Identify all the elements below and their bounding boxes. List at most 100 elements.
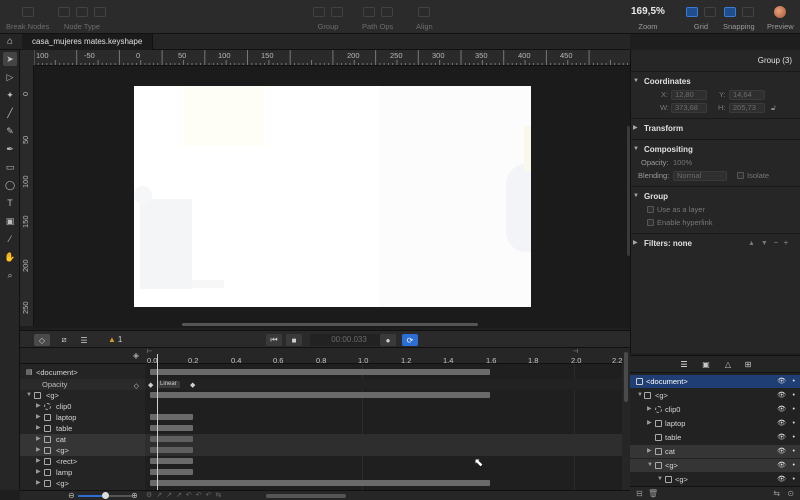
disclosure-triangle-icon[interactable]: ▶ [36, 434, 41, 445]
disclosure-triangle-icon[interactable]: ▶ [36, 478, 41, 489]
image-tool-icon[interactable]: ▣ [3, 214, 17, 228]
record-icon[interactable]: ● [380, 334, 396, 346]
artboard[interactable] [134, 86, 531, 307]
rewind-icon[interactable]: ⏮ [266, 334, 282, 346]
grid-button[interactable]: Grid [686, 4, 716, 31]
align-button[interactable]: Align [416, 4, 433, 31]
layer-row[interactable]: ▼ <g> 👁︎ • [630, 459, 800, 472]
zoom-out-icon[interactable]: ⊖ [68, 491, 75, 500]
visibility-icon[interactable]: 👁︎ [777, 431, 786, 444]
node-select-tool-icon[interactable]: ▷ [3, 70, 17, 84]
slider-knob[interactable] [102, 492, 109, 499]
filter-controls-icon[interactable]: ▲▼−+ [748, 237, 794, 250]
lock-dot-icon[interactable]: • [793, 445, 795, 458]
layer-row[interactable]: ▶ clip0 👁︎ • [630, 403, 800, 416]
graph-mode-icon[interactable]: ⧄ [56, 334, 72, 346]
group-button[interactable]: Group [313, 4, 343, 31]
x-field[interactable]: 12,80 [671, 90, 707, 100]
zoom-value[interactable]: 169,5% [631, 4, 665, 20]
animation-bar[interactable] [150, 392, 490, 398]
keyframe-diamond-icon[interactable]: ◆ [190, 381, 195, 389]
pen-tool-icon[interactable]: ✒ [3, 142, 17, 156]
visibility-icon[interactable]: 👁︎ [777, 417, 786, 430]
snapping-button[interactable]: Snapping [723, 4, 755, 31]
timeline-scroll-thumb[interactable] [624, 352, 628, 402]
select-tool-icon[interactable]: ➤ [3, 52, 17, 66]
lock-dot-icon[interactable]: • [793, 403, 795, 416]
track-row[interactable] [145, 390, 622, 401]
layer-menu-icon[interactable]: ⊙ [787, 489, 794, 498]
compositing-header[interactable]: ▼ Compositing [631, 143, 800, 156]
add-keyframe-icon[interactable]: ◈ [133, 351, 139, 360]
layer-row[interactable]: ▶ cat 👁︎ • [630, 445, 800, 458]
lock-dot-icon[interactable]: • [793, 459, 795, 472]
shapes-tab-icon[interactable]: △ [722, 360, 734, 370]
lock-icon[interactable]: 🔓︎ [771, 101, 776, 114]
document-tab[interactable]: casa_mujeres mates.keyshape [22, 34, 154, 50]
enable-hyperlink-checkbox[interactable] [647, 219, 654, 226]
zoom-control[interactable]: 169,5% Zoom [631, 4, 665, 31]
disclosure-triangle-icon[interactable]: ▶ [36, 401, 41, 412]
time-display[interactable]: 00:00.033 [310, 334, 388, 346]
track-row[interactable] [145, 456, 622, 467]
easing-label[interactable]: Linear [157, 381, 180, 388]
timeline-row[interactable]: ▶ laptop [20, 412, 145, 423]
disclosure-triangle-icon[interactable]: ▶ [36, 467, 41, 478]
timeline-tracks[interactable]: 0.0 0.2 0.4 0.6 0.8 1.0 1.2 1.4 1.6 1.8 … [145, 348, 622, 490]
timeline-ruler[interactable]: 0.0 0.2 0.4 0.6 0.8 1.0 1.2 1.4 1.6 1.8 … [145, 348, 622, 365]
home-icon[interactable]: ⌂ [3, 36, 17, 48]
layer-row[interactable]: ▼ <g> 👁︎ • [630, 389, 800, 402]
visibility-icon[interactable]: 👁︎ [777, 445, 786, 458]
timeline-row[interactable]: ▶ lamp [20, 467, 145, 478]
timeline-row[interactable]: ▶ <g> [20, 478, 145, 489]
keyframe-mode-icon[interactable]: ◇ [34, 334, 50, 346]
layer-row[interactable]: ▶ laptop 👁︎ • [630, 417, 800, 430]
hand-tool-icon[interactable]: ✋ [3, 250, 17, 264]
start-marker-icon[interactable]: ⊢ [147, 348, 152, 355]
end-marker-icon[interactable]: ⊣ [573, 348, 578, 355]
visibility-icon[interactable]: 👁︎ [777, 473, 786, 486]
timeline-row[interactable]: ▶ clip0 [20, 401, 145, 412]
track-row[interactable] [145, 478, 622, 489]
disclosure-triangle-icon[interactable]: ▼ [647, 459, 653, 472]
line-tool-icon[interactable]: ╱ [3, 106, 17, 120]
disclosure-triangle-icon[interactable]: ▶ [647, 445, 652, 458]
layer-options-icon[interactable]: ⇆ [773, 489, 780, 498]
pen-nodes-tool-icon[interactable]: ✦ [3, 88, 17, 102]
timeline-row[interactable]: ▶ cat [20, 434, 145, 445]
visibility-icon[interactable]: 👁︎ [777, 403, 786, 416]
isolate-checkbox[interactable] [737, 172, 744, 179]
timeline-row[interactable]: Opacity ◇ [20, 379, 145, 390]
zoom-in-icon[interactable]: ⊕ [131, 491, 138, 500]
pencil-tool-icon[interactable]: ✎ [3, 124, 17, 138]
track-row[interactable] [145, 467, 622, 478]
disclosure-triangle-icon[interactable]: ▶ [36, 412, 41, 423]
canvas-horizontal-scrollbar[interactable] [182, 323, 478, 326]
add-layer-icon[interactable]: ⊟ [636, 489, 643, 498]
timeline-row[interactable]: ▼ <g> [20, 390, 145, 401]
animation-bar[interactable] [150, 480, 490, 486]
disclosure-triangle-icon[interactable]: ▼ [26, 390, 32, 401]
timeline-row[interactable]: ▶ <g> [20, 445, 145, 456]
timeline-row[interactable]: ▶ <rect> [20, 456, 145, 467]
keyframe-diamond-icon[interactable]: ◆ [148, 381, 153, 389]
stop-icon[interactable]: ■ [286, 334, 302, 346]
ellipse-tool-icon[interactable]: ◯ [3, 178, 17, 192]
track-row[interactable]: ◆ Linear ◆ [145, 379, 622, 390]
loop-icon[interactable]: ⟳ [402, 334, 418, 346]
animation-bar[interactable] [150, 369, 490, 375]
timeline-row[interactable]: ▶ table [20, 423, 145, 434]
timeline-settings-icon[interactable]: ☰ [76, 334, 92, 346]
disclosure-triangle-icon[interactable]: ▼ [637, 389, 643, 402]
node-type-button[interactable]: Node Type [58, 4, 106, 31]
layers-tab-icon[interactable]: ☰ [678, 360, 690, 370]
track-row[interactable] [145, 367, 622, 378]
easing-presets-icon[interactable]: ⚙↗↗↗↶↶↶⇆ [146, 491, 225, 499]
disclosure-triangle-icon[interactable]: ▶ [36, 423, 41, 434]
visibility-icon[interactable]: 👁︎ [777, 459, 786, 472]
blending-select[interactable]: Normal [673, 171, 727, 181]
lock-dot-icon[interactable]: • [793, 389, 795, 402]
filters-header[interactable]: ▶ Filters: none ▲▼−+ [631, 237, 800, 250]
timeline-row[interactable]: ▤ <document> [20, 367, 145, 378]
disclosure-triangle-icon[interactable]: ▶ [647, 417, 652, 430]
